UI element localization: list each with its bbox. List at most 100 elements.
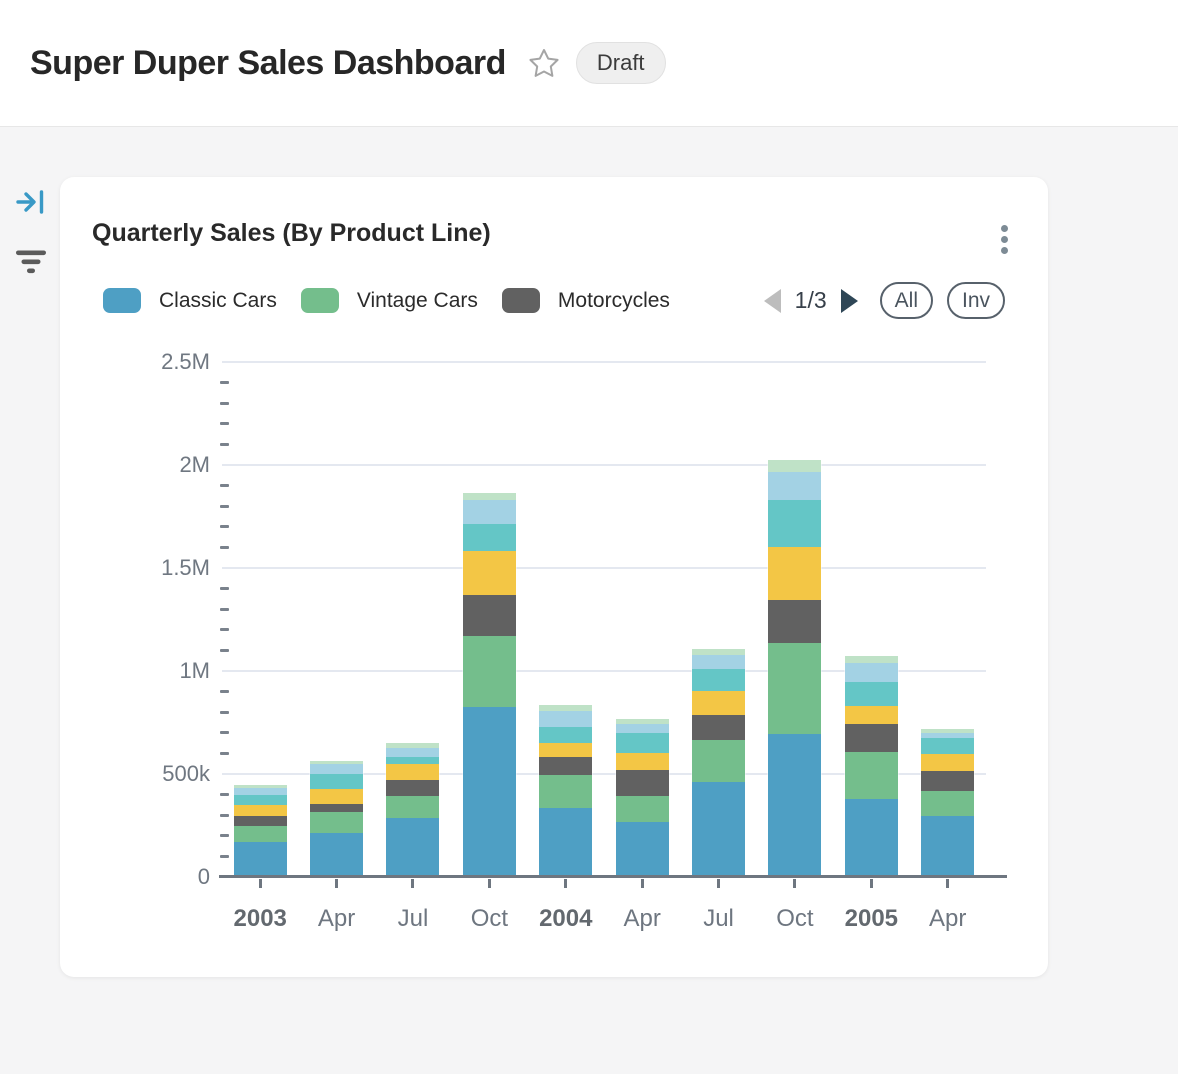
bar-segment[interactable]	[463, 493, 516, 500]
bar-segment[interactable]	[386, 764, 439, 780]
bar-segment[interactable]	[539, 775, 592, 808]
collapse-panel-icon[interactable]	[16, 187, 47, 222]
stacked-bar-2003-0	[234, 785, 287, 877]
page-header: Super Duper Sales Dashboard Draft	[0, 0, 1178, 127]
bar-segment[interactable]	[234, 816, 287, 826]
bar-segment[interactable]	[921, 738, 974, 754]
legend: Classic Cars Vintage Cars Motorcycles	[103, 288, 694, 313]
legend-item-motorcycles[interactable]: Motorcycles	[502, 288, 670, 313]
bar-segment[interactable]	[692, 740, 745, 782]
bar-segment[interactable]	[310, 804, 363, 812]
legend-row: Classic CarsVintage CarsMotorcycles 1/3 …	[60, 258, 1048, 319]
bar-segment[interactable]	[463, 707, 516, 877]
bar-segment[interactable]	[845, 799, 898, 877]
bar-segment[interactable]	[921, 791, 974, 816]
bar-segment[interactable]	[234, 842, 287, 877]
bar-segment[interactable]	[768, 500, 821, 547]
bar-segment[interactable]	[845, 656, 898, 663]
bar-segment[interactable]	[616, 753, 669, 769]
x-axis-cell: Apr	[910, 903, 986, 932]
x-axis-tick-label: Oct	[757, 903, 833, 932]
bar-segment[interactable]	[463, 595, 516, 636]
bar-segment[interactable]	[768, 734, 821, 877]
card-header: Quarterly Sales (By Product Line)	[60, 177, 1048, 258]
bar-segment[interactable]	[539, 757, 592, 776]
bar-segment[interactable]	[234, 826, 287, 842]
bar-segment[interactable]	[463, 551, 516, 595]
bar-segment[interactable]	[310, 812, 363, 833]
x-axis-tick	[946, 879, 949, 888]
bar-segment[interactable]	[310, 764, 363, 775]
bar-segment[interactable]	[463, 524, 516, 551]
bar-segment[interactable]	[234, 805, 287, 816]
favorite-star-icon[interactable]	[528, 47, 560, 79]
bar-segment[interactable]	[616, 733, 669, 753]
y-axis-tick-label: 2M	[60, 452, 210, 478]
y-axis-tick-label: 2.5M	[60, 349, 210, 375]
status-badge: Draft	[576, 42, 666, 84]
bar-segment[interactable]	[310, 833, 363, 877]
legend-swatch	[103, 288, 141, 313]
x-axis-tick-label: Apr	[298, 903, 374, 932]
bar-segment[interactable]	[768, 547, 821, 600]
bar-segment[interactable]	[845, 663, 898, 682]
bar-segment[interactable]	[234, 788, 287, 795]
bar-segment[interactable]	[234, 795, 287, 805]
x-axis-tick-label: Apr	[604, 903, 680, 932]
bar-segment[interactable]	[539, 727, 592, 743]
bar-segment[interactable]	[921, 771, 974, 791]
bar-segment[interactable]	[539, 711, 592, 727]
bar-segment[interactable]	[616, 724, 669, 734]
bar-segment[interactable]	[463, 500, 516, 524]
bar-cell	[298, 362, 374, 877]
bar-segment[interactable]	[921, 816, 974, 877]
bar-segment[interactable]	[845, 724, 898, 751]
legend-swatch	[502, 288, 540, 313]
bar-segment[interactable]	[692, 655, 745, 669]
bar-segment[interactable]	[539, 743, 592, 757]
legend-prev-button[interactable]	[764, 289, 781, 313]
bar-segment[interactable]	[616, 796, 669, 823]
bar-segment[interactable]	[768, 643, 821, 734]
bar-segment[interactable]	[310, 789, 363, 804]
legend-item-vintage-cars[interactable]: Vintage Cars	[301, 288, 478, 313]
bar-segment[interactable]	[386, 796, 439, 819]
y-axis-tick-label: 1M	[60, 658, 210, 684]
x-axis-tick	[488, 879, 491, 888]
kebab-menu-button[interactable]	[997, 221, 1012, 258]
bar-cell	[451, 362, 527, 877]
bar-segment[interactable]	[386, 748, 439, 757]
bar-segment[interactable]	[768, 472, 821, 500]
legend-all-button[interactable]: All	[880, 282, 933, 319]
bar-segment[interactable]	[692, 691, 745, 715]
x-axis-tick-label: Apr	[910, 903, 986, 932]
bar-segment[interactable]	[692, 715, 745, 740]
bar-segment[interactable]	[310, 774, 363, 788]
bar-segment[interactable]	[768, 600, 821, 643]
bar-segment[interactable]	[768, 460, 821, 472]
bar-cell	[528, 362, 604, 877]
bar-segment[interactable]	[845, 682, 898, 706]
bar-segment[interactable]	[845, 752, 898, 800]
stacked-bar-2004-4	[539, 705, 592, 877]
x-axis-cell: 2003	[222, 903, 298, 932]
bar-cell	[680, 362, 756, 877]
stacked-bar-2005-8	[845, 656, 898, 877]
legend-next-button[interactable]	[841, 289, 858, 313]
bar-segment[interactable]	[386, 757, 439, 764]
bar-segment[interactable]	[692, 669, 745, 691]
filter-icon[interactable]	[15, 248, 47, 281]
legend-inv-button[interactable]: Inv	[947, 282, 1005, 319]
bar-segment[interactable]	[845, 706, 898, 724]
bar-segment[interactable]	[616, 770, 669, 796]
legend-item-classic-cars[interactable]: Classic Cars	[103, 288, 277, 313]
x-axis-tick	[411, 879, 414, 888]
bar-segment[interactable]	[386, 780, 439, 796]
bar-segment[interactable]	[692, 782, 745, 877]
x-axis-cell: 2004	[528, 903, 604, 932]
bar-segment[interactable]	[386, 818, 439, 877]
bar-segment[interactable]	[539, 808, 592, 877]
bar-segment[interactable]	[616, 822, 669, 877]
bar-segment[interactable]	[463, 636, 516, 707]
bar-segment[interactable]	[921, 754, 974, 771]
